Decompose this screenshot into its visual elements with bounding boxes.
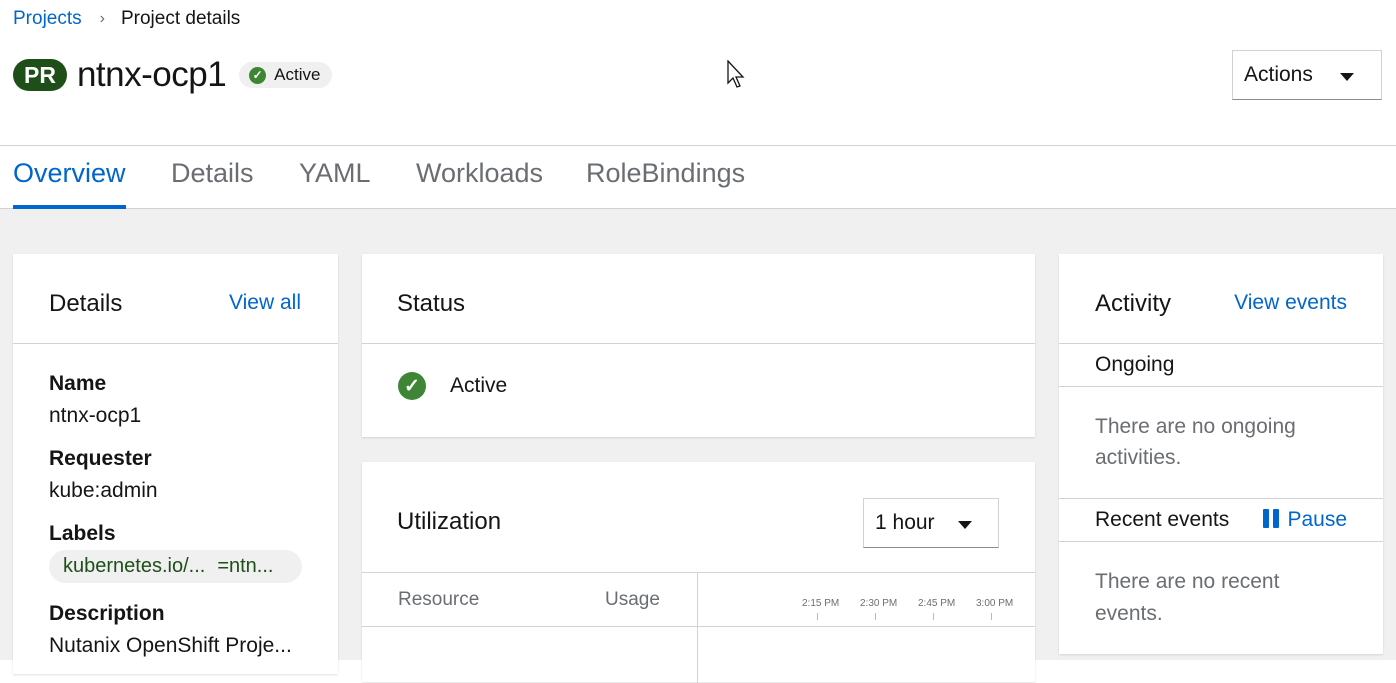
resource-badge: PR — [13, 59, 67, 91]
time-tick: 3:00 PM — [976, 598, 1014, 609]
pause-icon — [1263, 509, 1280, 528]
tab-yaml[interactable]: YAML — [299, 158, 371, 189]
recent-events-empty-message: There are no recent events. — [1095, 570, 1280, 625]
overview-content: Details View all Name ntnx-ocp1 Requeste… — [0, 209, 1396, 683]
description-value: Nutanix OpenShift Proje... — [49, 634, 292, 657]
tab-rolebindings[interactable]: RoleBindings — [586, 158, 745, 189]
actions-dropdown[interactable]: Actions — [1232, 50, 1382, 100]
pause-button[interactable]: Pause — [1263, 508, 1347, 532]
name-label: Name — [49, 372, 107, 395]
name-value: ntnx-ocp1 — [49, 404, 142, 427]
ongoing-section-header: Ongoing — [1059, 344, 1383, 387]
recent-events-label: Recent events — [1095, 508, 1230, 531]
time-tick: 2:30 PM — [860, 598, 898, 609]
labels-label: Labels — [49, 522, 116, 545]
time-range-dropdown[interactable]: 1 hour — [863, 498, 999, 548]
title-row: PR ntnx-ocp1 ✓ Active — [13, 55, 333, 95]
caret-down-icon — [958, 521, 972, 529]
view-all-link[interactable]: View all — [229, 291, 301, 315]
time-tick: 2:15 PM — [802, 598, 840, 609]
time-tick: 2:45 PM — [918, 598, 956, 609]
details-card-header: Details View all — [13, 254, 338, 344]
utilization-card: Utilization 1 hour Resource Usage 2:15 P… — [362, 462, 1035, 683]
tick-mark — [817, 613, 818, 620]
time-range-value: 1 hour — [875, 511, 935, 534]
usage-column-header: Usage — [605, 589, 660, 610]
actions-label: Actions — [1244, 63, 1313, 86]
mouse-cursor-icon — [727, 60, 745, 88]
requester-value: kube:admin — [49, 479, 158, 502]
tab-bar: Overview Details YAML Workloads RoleBind… — [0, 145, 1396, 209]
tick-mark — [933, 613, 934, 620]
details-card: Details View all Name ntnx-ocp1 Requeste… — [13, 254, 338, 674]
view-events-link[interactable]: View events — [1234, 291, 1347, 315]
caret-down-icon — [1340, 73, 1354, 81]
recent-events-section-header: Recent events Pause — [1059, 498, 1383, 542]
breadcrumb-current: Project details — [120, 8, 241, 29]
activity-card-header: Activity View events — [1059, 254, 1383, 344]
label-chip-value: =ntn... — [217, 555, 274, 577]
status-card: Status ✓ Active — [362, 254, 1035, 437]
check-circle-icon: ✓ — [398, 372, 426, 400]
label-chip[interactable]: kubernetes.io/... =ntn... — [49, 550, 302, 583]
tab-details[interactable]: Details — [171, 158, 254, 189]
activity-card-title: Activity — [1095, 290, 1172, 317]
column-divider — [697, 573, 698, 683]
page-header: Projects › Project details PR ntnx-ocp1 … — [0, 0, 1396, 146]
status-card-title: Status — [397, 290, 466, 317]
tab-workloads[interactable]: Workloads — [416, 158, 543, 189]
tick-mark — [875, 613, 876, 620]
status-value: Active — [450, 374, 508, 397]
status-card-header: Status — [362, 254, 1035, 344]
status-badge: ✓ Active — [239, 62, 333, 88]
details-card-title: Details — [49, 290, 123, 317]
activity-card: Activity View events Ongoing There are n… — [1059, 254, 1383, 654]
requester-label: Requester — [49, 447, 152, 470]
pause-label: Pause — [1287, 508, 1347, 531]
utilization-table-header: Resource Usage 2:15 PM 2:30 PM 2:45 PM 3… — [362, 573, 1035, 683]
check-circle-icon: ✓ — [249, 66, 267, 84]
breadcrumb: Projects › Project details — [13, 8, 240, 30]
resource-column-header: Resource — [398, 589, 480, 610]
breadcrumb-projects-link[interactable]: Projects — [13, 8, 82, 30]
tick-mark — [991, 613, 992, 620]
page-title: ntnx-ocp1 — [76, 55, 227, 94]
label-chip-key: kubernetes.io/... — [63, 555, 206, 577]
ongoing-empty-message: There are no ongoing activities. — [1095, 415, 1296, 469]
chevron-right-icon: › — [99, 10, 105, 27]
utilization-card-header: Utilization 1 hour — [362, 462, 1035, 573]
ongoing-label: Ongoing — [1095, 353, 1175, 376]
utilization-card-title: Utilization — [397, 508, 502, 535]
tab-overview[interactable]: Overview — [13, 158, 126, 189]
description-label: Description — [49, 602, 165, 625]
status-badge-label: Active — [274, 65, 321, 84]
